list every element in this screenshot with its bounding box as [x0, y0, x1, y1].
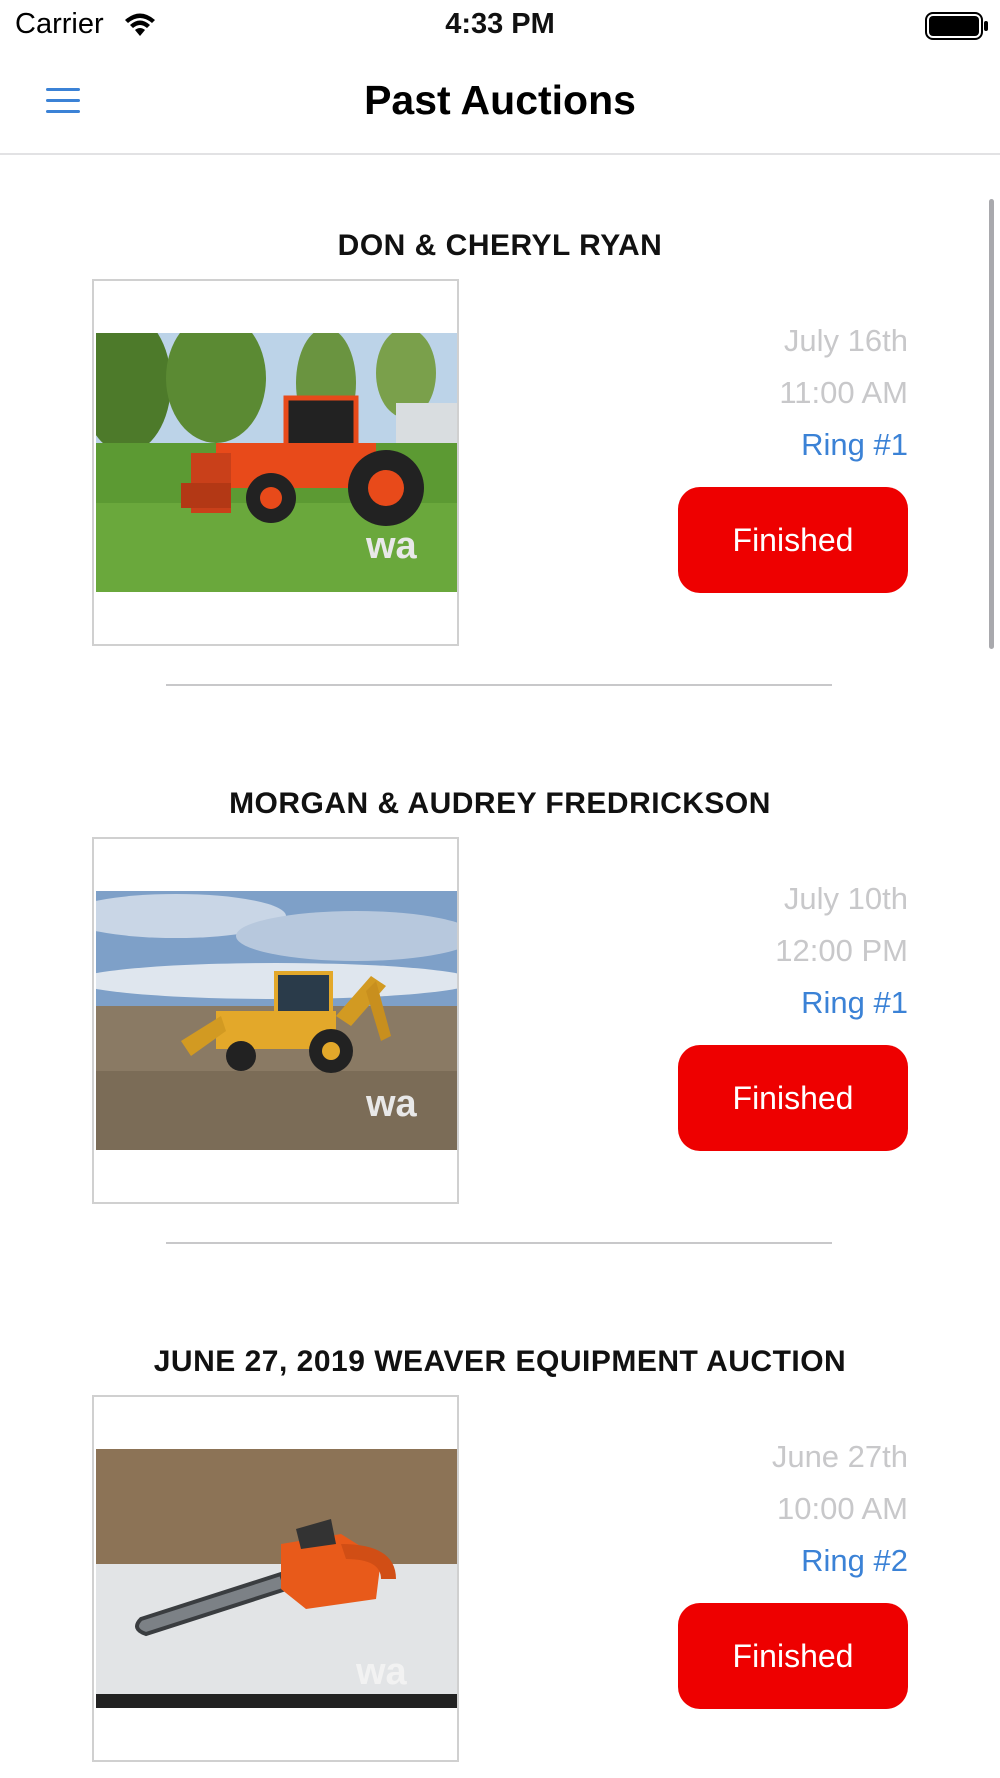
chainsaw-photo: wa	[96, 1449, 457, 1708]
status-time: 4:33 PM	[445, 8, 555, 40]
auction-card[interactable]: JUNE 27, 2019 WEAVER EQUIPMENT AUCTION w…	[0, 1273, 1000, 1778]
auction-time: 11:00 AM	[779, 375, 908, 410]
auction-card[interactable]: MORGAN & AUDREY FREDRICKSON wa July 10th…	[0, 715, 1000, 1273]
auction-time: 10:00 AM	[777, 1491, 908, 1526]
tractor-photo: wa	[96, 333, 457, 592]
finished-button[interactable]: Finished	[678, 1603, 908, 1709]
divider	[166, 1242, 832, 1244]
image-watermark: wa	[365, 525, 418, 567]
navigation-bar: Past Auctions	[0, 50, 1000, 155]
finished-button[interactable]: Finished	[678, 1045, 908, 1151]
auction-image-backhoe[interactable]: wa	[92, 837, 459, 1204]
battery-icon	[925, 12, 988, 40]
page-title: Past Auctions	[364, 77, 636, 123]
auction-title: MORGAN & AUDREY FREDRICKSON	[229, 787, 771, 820]
status-bar: Carrier 4:33 PM	[0, 0, 1000, 50]
image-watermark: wa	[355, 1651, 408, 1693]
auction-ring[interactable]: Ring #1	[801, 427, 908, 463]
auction-date: July 10th	[783, 881, 908, 916]
auction-image-chainsaw[interactable]: wa	[92, 1395, 459, 1762]
auction-date: June 27th	[771, 1439, 908, 1474]
finished-button[interactable]: Finished	[678, 487, 908, 593]
auction-time: 12:00 PM	[775, 933, 908, 968]
divider	[166, 684, 832, 686]
auction-title: DON & CHERYL RYAN	[337, 229, 663, 262]
auction-image-tractor[interactable]: wa	[92, 279, 459, 646]
auction-title: JUNE 27, 2019 WEAVER EQUIPMENT AUCTION	[153, 1345, 847, 1378]
auction-card[interactable]: DON & CHERYL RYAN wa July 16th 11:00 AM …	[0, 157, 1000, 715]
auction-ring[interactable]: Ring #2	[801, 1543, 908, 1579]
auction-list[interactable]: DON & CHERYL RYAN wa July 16th 11:00 AM …	[0, 157, 1000, 1778]
backhoe-photo: wa	[96, 891, 457, 1150]
image-watermark: wa	[365, 1083, 418, 1125]
auction-date: July 16th	[783, 323, 908, 358]
auction-ring[interactable]: Ring #1	[801, 985, 908, 1021]
